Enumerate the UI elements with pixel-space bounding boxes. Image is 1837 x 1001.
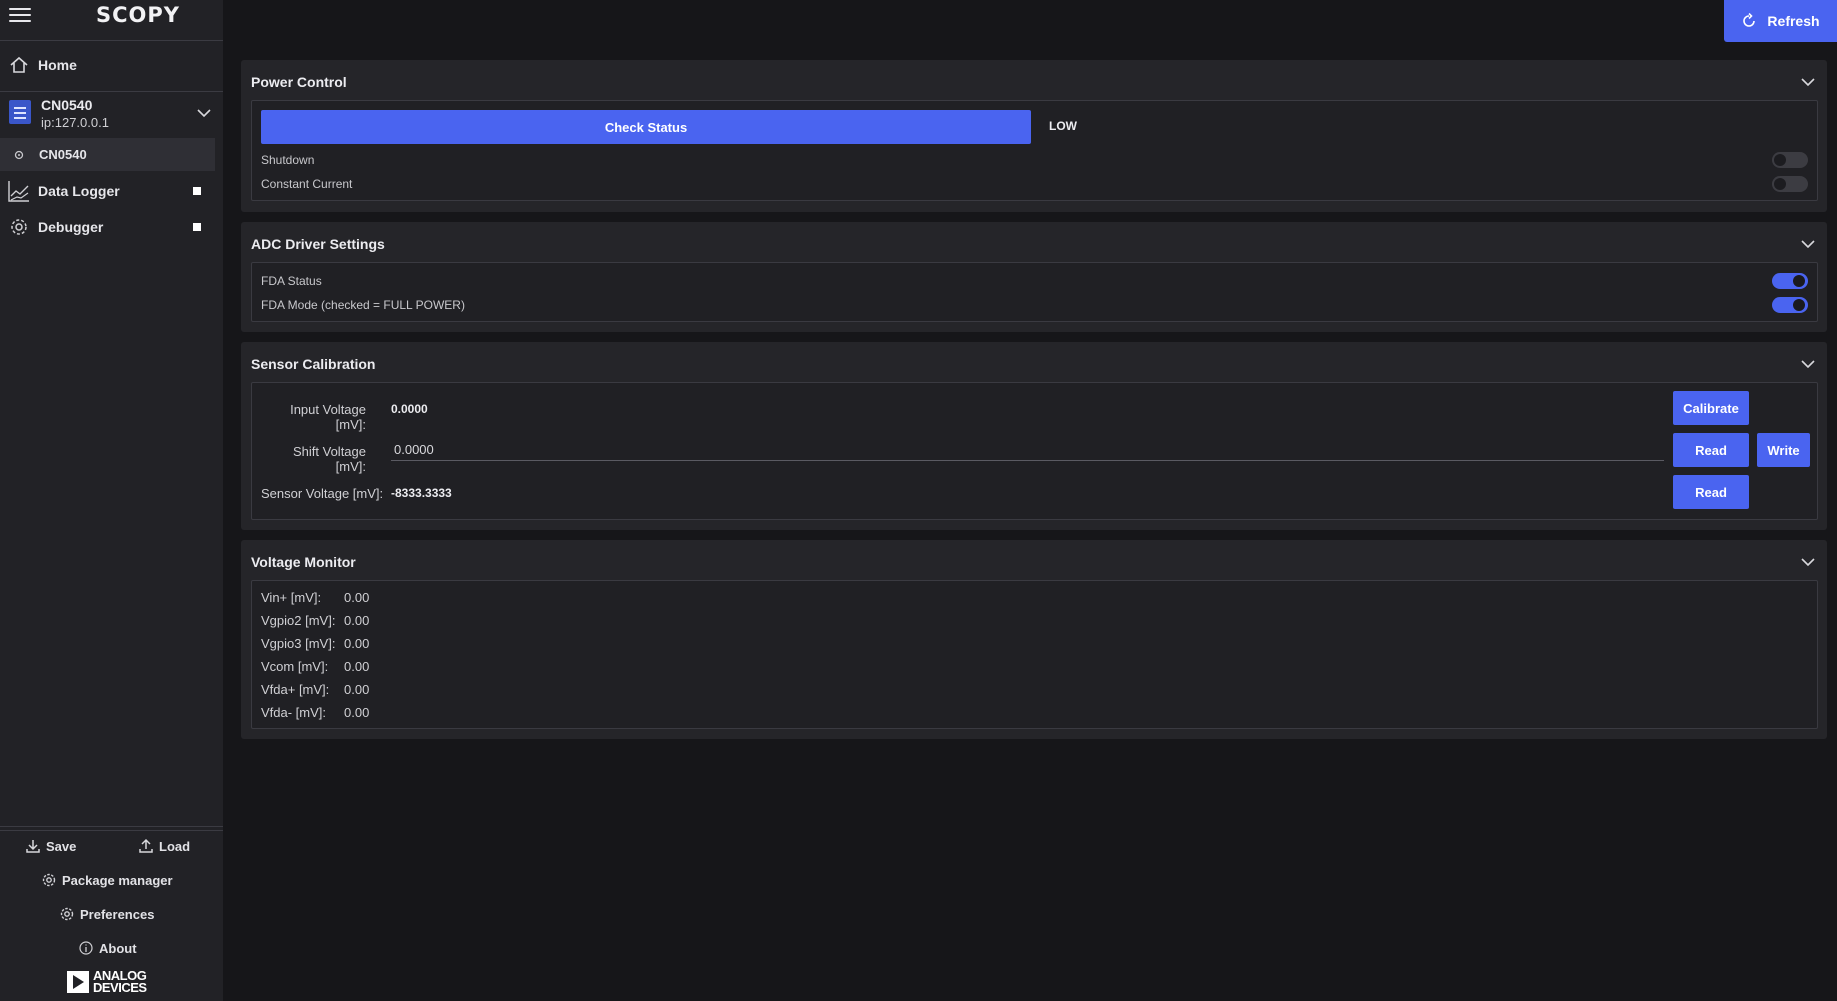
upload-icon (139, 838, 153, 853)
package-manager-label: Package manager (62, 872, 173, 888)
sidebar-item-data-logger[interactable]: Data Logger (0, 178, 223, 204)
shift-voltage-input[interactable] (391, 439, 1664, 461)
vgpio2-label: Vgpio2 [mV]: (261, 613, 336, 628)
info-icon (79, 941, 93, 955)
vcom-value: 0.00 (344, 659, 370, 674)
shift-voltage-label: Shift Voltage [mV]: (293, 444, 366, 474)
vgpio3-value: 0.00 (344, 636, 370, 651)
vgpio3-label: Vgpio3 [mV]: (261, 636, 336, 651)
vgpio2-value: 0.00 (344, 613, 370, 628)
about-label: About (99, 940, 137, 956)
voltage-monitor-panel: Vin+ [mV]: 0.00 Vgpio2 [mV]: 0.00 Vgpio3… (251, 580, 1818, 729)
chevron-down-icon[interactable] (1801, 554, 1815, 570)
save-button[interactable]: Save (25, 838, 76, 854)
gear-icon (13, 148, 25, 164)
voltage-monitor-section: Voltage Monitor Vin+ [mV]: 0.00 Vgpio2 [… (241, 540, 1827, 739)
package-manager-button[interactable]: Package manager (41, 872, 173, 888)
sidebar: SCOPY Home CN0540 ip:127.0.0.1 CN0540 Da… (0, 0, 223, 1001)
device-entry-cn0540[interactable]: CN0540 ip:127.0.0.1 (0, 92, 223, 136)
sidebar-item-home[interactable]: Home (0, 52, 223, 78)
constant-current-toggle[interactable] (1772, 176, 1808, 192)
power-control-panel: Check Status LOW Shutdown Constant Curre… (251, 100, 1818, 201)
sensor-voltage-label: Sensor Voltage [mV]: (261, 486, 384, 501)
section-title: Power Control (251, 74, 347, 90)
divider (0, 830, 223, 831)
device-name: CN0540 (41, 97, 93, 113)
fda-mode-toggle[interactable] (1772, 297, 1808, 313)
sidebar-item-cn0540-tool[interactable]: CN0540 (0, 138, 215, 171)
adc-driver-panel: FDA Status FDA Mode (checked = FULL POWE… (251, 262, 1818, 322)
shift-voltage-write-button[interactable]: Write (1757, 433, 1810, 467)
calibrate-button[interactable]: Calibrate (1673, 391, 1749, 425)
power-control-section: Power Control Check Status LOW Shutdown … (241, 60, 1827, 212)
vcom-label: Vcom [mV]: (261, 659, 329, 674)
shutdown-label: Shutdown (261, 153, 315, 167)
status-value: LOW (1049, 119, 1077, 133)
home-icon (0, 55, 38, 75)
sidebar-item-debugger[interactable]: Debugger (0, 214, 223, 240)
section-title: Sensor Calibration (251, 356, 376, 372)
chevron-down-icon[interactable] (1801, 356, 1815, 372)
divider (0, 40, 223, 41)
app-logo: SCOPY (96, 3, 180, 27)
preferences-label: Preferences (80, 906, 155, 922)
sidebar-item-label: Data Logger (38, 183, 120, 199)
input-voltage-value: 0.0000 (391, 402, 428, 416)
section-title: Voltage Monitor (251, 554, 356, 570)
fda-status-label: FDA Status (261, 274, 322, 288)
load-button[interactable]: Load (138, 838, 190, 854)
device-icon (9, 100, 31, 124)
status-indicator[interactable] (193, 223, 201, 231)
vin-plus-label: Vin+ [mV]: (261, 590, 322, 605)
sidebar-item-label: Debugger (38, 219, 104, 235)
input-voltage-label: Input Voltage [mV]: (290, 402, 366, 432)
analog-devices-logo: ANALOG DEVICES (67, 969, 147, 995)
constant-current-label: Constant Current (261, 177, 353, 191)
hamburger-menu-icon[interactable] (9, 5, 31, 23)
sensor-voltage-read-button[interactable]: Read (1673, 475, 1749, 509)
sensor-calibration-section: Sensor Calibration Input Voltage [mV]: 0… (241, 342, 1827, 530)
vfda-minus-value: 0.00 (344, 705, 370, 720)
fda-mode-label: FDA Mode (checked = FULL POWER) (261, 298, 465, 312)
refresh-label: Refresh (1767, 13, 1820, 29)
gear-icon (42, 873, 56, 887)
adc-driver-settings-section: ADC Driver Settings FDA Status FDA Mode … (241, 222, 1827, 332)
sensor-voltage-value: -8333.3333 (391, 486, 452, 500)
refresh-icon (1743, 13, 1756, 27)
chevron-down-icon[interactable] (197, 105, 211, 121)
vfda-minus-label: Vfda- [mV]: (261, 705, 327, 720)
chart-icon (0, 179, 38, 203)
vin-plus-value: 0.00 (344, 590, 370, 605)
shift-voltage-read-button[interactable]: Read (1673, 433, 1749, 467)
shutdown-toggle[interactable] (1772, 152, 1808, 168)
about-button[interactable]: About (78, 940, 137, 956)
section-title: ADC Driver Settings (251, 236, 385, 252)
chevron-down-icon[interactable] (1801, 236, 1815, 252)
analog-devices-logo-icon (67, 971, 89, 993)
download-icon (26, 840, 40, 853)
check-status-button[interactable]: Check Status (261, 110, 1031, 144)
sensor-calibration-panel: Input Voltage [mV]: 0.0000 Calibrate Shi… (251, 382, 1818, 520)
brand-line-2: DEVICES (93, 980, 147, 995)
preferences-button[interactable]: Preferences (59, 906, 154, 922)
sidebar-item-label: Home (38, 57, 77, 73)
refresh-button[interactable]: Refresh (1724, 0, 1837, 42)
fda-status-toggle[interactable] (1772, 273, 1808, 289)
vfda-plus-label: Vfda+ [mV]: (261, 682, 330, 697)
sidebar-item-label: CN0540 (39, 147, 87, 162)
vfda-plus-value: 0.00 (344, 682, 370, 697)
device-ip: ip:127.0.0.1 (41, 115, 109, 130)
save-label: Save (46, 838, 77, 854)
status-indicator[interactable] (193, 187, 201, 195)
load-label: Load (159, 838, 191, 854)
gear-icon (0, 216, 38, 238)
chevron-down-icon[interactable] (1801, 74, 1815, 90)
gear-icon (60, 907, 74, 921)
divider (0, 826, 223, 827)
